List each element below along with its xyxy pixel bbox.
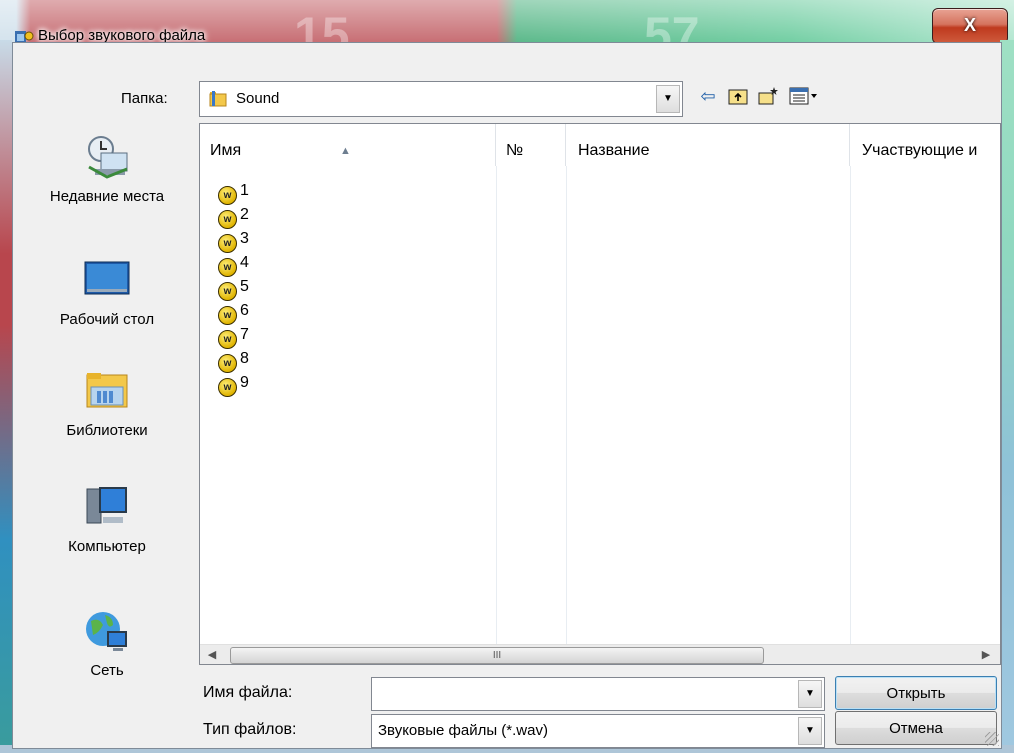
folder-icon xyxy=(209,91,227,107)
filename-label: Имя файла: xyxy=(203,684,293,701)
sort-ascending-icon: ▲ xyxy=(340,145,351,157)
list-item[interactable]: w2 xyxy=(218,202,249,229)
column-header-name[interactable]: ▲ Имя xyxy=(200,124,496,166)
list-item[interactable]: w1 xyxy=(218,178,249,205)
filetype-label: Тип файлов: xyxy=(203,721,297,738)
list-item[interactable]: w8 xyxy=(218,346,249,373)
dialog-body: Папка: Sound ▼ ⇦ Недавние места Рабочий … xyxy=(12,42,1002,749)
place-network[interactable]: Сеть xyxy=(17,607,197,680)
column-header-number[interactable]: № xyxy=(496,124,566,166)
place-label: Недавние места xyxy=(49,188,165,205)
filename-dropdown-button[interactable]: ▼ xyxy=(798,680,822,708)
new-folder-icon xyxy=(758,87,778,105)
list-item[interactable]: w5 xyxy=(218,274,249,301)
filename-input[interactable]: ▼ xyxy=(371,677,825,711)
view-menu-icon xyxy=(789,87,817,105)
view-menu-button[interactable] xyxy=(787,83,821,109)
list-item[interactable]: w3 xyxy=(218,226,249,253)
cancel-button[interactable]: Отмена xyxy=(835,711,997,745)
folder-select-value: Sound xyxy=(236,90,280,107)
filetype-value: Звуковые файлы (*.wav) xyxy=(378,722,548,739)
resize-grip[interactable] xyxy=(985,732,999,746)
recent-places-icon xyxy=(88,136,128,179)
back-arrow-icon: ⇦ xyxy=(700,86,716,106)
window-frame-right xyxy=(1000,40,1014,753)
chevron-down-icon: ▼ xyxy=(805,725,815,736)
window-frame-left xyxy=(0,40,12,753)
wav-file-icon: w xyxy=(218,378,237,397)
place-libraries[interactable]: Библиотеки xyxy=(17,367,197,440)
column-header-title[interactable]: Название xyxy=(566,124,850,166)
place-label: Сеть xyxy=(90,662,124,679)
file-list[interactable]: ▲ Имя № Название Участвующие и w1 w2 w3 … xyxy=(199,123,1001,665)
folder-dropdown-button[interactable]: ▼ xyxy=(656,85,680,113)
computer-icon xyxy=(86,487,127,524)
libraries-icon xyxy=(86,373,128,408)
column-header-artists[interactable]: Участвующие и xyxy=(850,124,1000,166)
place-recent[interactable]: Недавние места xyxy=(17,133,197,206)
open-button[interactable]: Открыть xyxy=(835,676,997,710)
place-label: Рабочий стол xyxy=(59,311,155,328)
place-computer[interactable]: Компьютер xyxy=(17,483,197,556)
place-desktop[interactable]: Рабочий стол xyxy=(17,256,197,329)
network-icon xyxy=(86,612,127,651)
list-item[interactable]: w6 xyxy=(218,298,249,325)
scroll-right-button[interactable]: ▶ xyxy=(976,645,996,664)
place-label: Компьютер xyxy=(68,538,146,555)
close-button[interactable]: X xyxy=(932,8,1008,44)
folder-select[interactable]: Sound ▼ xyxy=(199,81,683,117)
horizontal-scrollbar[interactable]: ◀ III ▶ xyxy=(200,644,1000,664)
list-item[interactable]: w7 xyxy=(218,322,249,349)
new-folder-button[interactable] xyxy=(755,83,781,109)
scroll-left-button[interactable]: ◀ xyxy=(202,645,222,664)
scrollbar-thumb[interactable]: III xyxy=(230,647,764,664)
chevron-down-icon: ▼ xyxy=(663,93,673,104)
up-folder-icon xyxy=(728,89,748,105)
folder-label: Папка: xyxy=(121,90,168,107)
filetype-dropdown-button[interactable]: ▼ xyxy=(798,717,822,745)
chevron-down-icon: ▼ xyxy=(805,688,815,699)
list-item[interactable]: w4 xyxy=(218,250,249,277)
up-folder-button[interactable] xyxy=(725,83,751,109)
desktop-icon xyxy=(84,261,130,295)
list-item[interactable]: w9 xyxy=(218,370,249,397)
back-button[interactable]: ⇦ xyxy=(695,83,721,109)
place-label: Библиотеки xyxy=(66,422,148,439)
filetype-select[interactable]: Звуковые файлы (*.wav) ▼ xyxy=(371,714,825,748)
